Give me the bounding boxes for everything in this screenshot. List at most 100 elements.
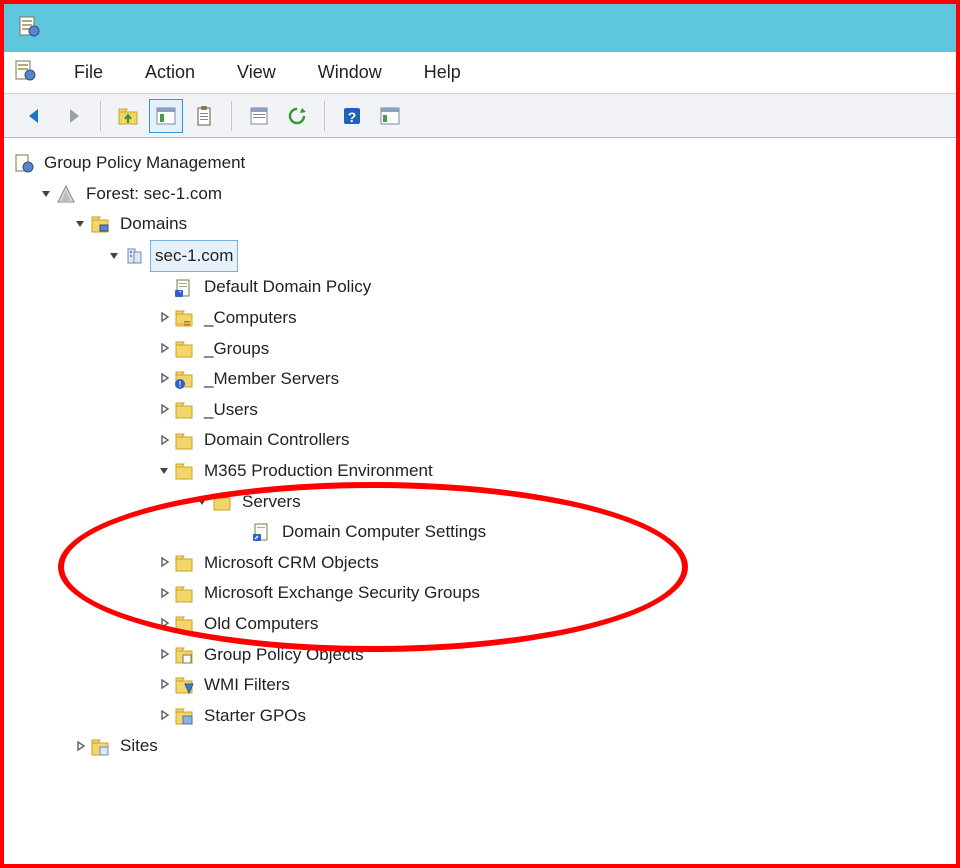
- collapse-glyph-icon[interactable]: [158, 342, 172, 356]
- tree-node-ou[interactable]: _Users: [8, 395, 952, 426]
- tree-node-label: Forest: sec-1.com: [82, 179, 226, 210]
- export-list-icon[interactable]: [242, 99, 276, 133]
- tree-node-domains[interactable]: Domains: [8, 209, 952, 240]
- menu-view[interactable]: View: [225, 58, 288, 87]
- svg-text:!: !: [179, 380, 182, 389]
- tree-node-ou[interactable]: Servers: [8, 487, 952, 518]
- up-folder-icon[interactable]: [111, 99, 145, 133]
- collapse-glyph-icon[interactable]: [158, 678, 172, 692]
- tree-node-label: _Computers: [200, 303, 301, 334]
- collapse-glyph-icon[interactable]: [158, 434, 172, 448]
- properties-panel-icon[interactable]: [149, 99, 183, 133]
- expand-glyph-icon[interactable]: [196, 495, 210, 509]
- menu-help[interactable]: Help: [412, 58, 473, 87]
- tree-node-ou[interactable]: Domain Controllers: [8, 425, 952, 456]
- forward-icon[interactable]: [56, 99, 90, 133]
- wmi-icon: [174, 675, 194, 695]
- clipboard-icon[interactable]: [187, 99, 221, 133]
- ou-icon: [174, 431, 194, 451]
- collapse-glyph-icon[interactable]: [158, 311, 172, 325]
- starter-gpo-icon: [174, 706, 194, 726]
- tree-node-label: Domains: [116, 209, 191, 240]
- tree-node-label: Sites: [116, 731, 162, 762]
- tree-node-ou[interactable]: Microsoft Exchange Security Groups: [8, 578, 952, 609]
- toolbar: ?: [4, 94, 956, 138]
- tree-node-label: Servers: [238, 487, 305, 518]
- refresh-icon[interactable]: [280, 99, 314, 133]
- ou-icon: [212, 492, 232, 512]
- tree-node-starter-gpo[interactable]: Starter GPOs: [8, 701, 952, 732]
- collapse-glyph-icon[interactable]: [158, 709, 172, 723]
- tree-node-label: Default Domain Policy: [200, 272, 375, 303]
- sites-icon: [90, 737, 110, 757]
- tree-node-label: M365 Production Environment: [200, 456, 437, 487]
- tree-node-ou[interactable]: _Computers: [8, 303, 952, 334]
- tree-node-label: Domain Controllers: [200, 425, 354, 456]
- collapse-glyph-icon[interactable]: [158, 587, 172, 601]
- tree-node-label: Old Computers: [200, 609, 322, 640]
- tree-node-ou[interactable]: Old Computers: [8, 609, 952, 640]
- toolbar-separator: [231, 101, 232, 131]
- tree-node-forest[interactable]: Forest: sec-1.com: [8, 179, 952, 210]
- tree-node-gpo-folder[interactable]: Group Policy Objects: [8, 640, 952, 671]
- tree-node-label: _Users: [200, 395, 262, 426]
- tree-node-ou[interactable]: M365 Production Environment: [8, 456, 952, 487]
- tree-node-label: sec-1.com: [150, 240, 238, 273]
- tree-node-label: Starter GPOs: [200, 701, 310, 732]
- ou-icon: [174, 553, 194, 573]
- collapse-glyph-icon[interactable]: [74, 740, 88, 754]
- tree-node-gpo-link[interactable]: Default Domain Policy: [8, 272, 952, 303]
- menu-window[interactable]: Window: [306, 58, 394, 87]
- ou-icon: [174, 400, 194, 420]
- menu-file[interactable]: File: [62, 58, 115, 87]
- tree-node-label: Domain Computer Settings: [278, 517, 490, 548]
- tree-node-label: _Groups: [200, 334, 273, 365]
- domains-icon: [90, 214, 110, 234]
- tree-node-sites[interactable]: Sites: [8, 731, 952, 762]
- tree-node-label: Microsoft Exchange Security Groups: [200, 578, 484, 609]
- tree-node-gpo-link[interactable]: Domain Computer Settings: [8, 517, 952, 548]
- svg-text:?: ?: [348, 109, 357, 125]
- gpo-folder-icon: [174, 645, 194, 665]
- tree-node-label: _Member Servers: [200, 364, 343, 395]
- forest-icon: [56, 184, 76, 204]
- domain-icon: [124, 246, 144, 266]
- expand-glyph-icon[interactable]: [40, 187, 54, 201]
- gpm-app-icon: [14, 59, 36, 86]
- ou-icon: [174, 584, 194, 604]
- tree-node-label: Microsoft CRM Objects: [200, 548, 383, 579]
- tree-node-ou[interactable]: Microsoft CRM Objects: [8, 548, 952, 579]
- gpo-link-icon: [174, 278, 194, 298]
- back-icon[interactable]: [18, 99, 52, 133]
- ou-icon: [174, 461, 194, 481]
- help-icon[interactable]: ?: [335, 99, 369, 133]
- gpo-link-icon: [252, 522, 272, 542]
- tree-root[interactable]: Group Policy Management: [8, 148, 952, 179]
- collapse-glyph-icon[interactable]: [158, 372, 172, 386]
- collapse-glyph-icon[interactable]: [158, 556, 172, 570]
- ou-alert-icon: !: [174, 369, 194, 389]
- tree-node-domain[interactable]: sec-1.com: [8, 240, 952, 273]
- collapse-glyph-icon[interactable]: [158, 403, 172, 417]
- gpm-icon: [14, 153, 34, 173]
- tree-node-ou[interactable]: ! _Member Servers: [8, 364, 952, 395]
- toolbar-separator: [324, 101, 325, 131]
- collapse-glyph-icon[interactable]: [158, 617, 172, 631]
- title-bar: [4, 4, 956, 52]
- menu-bar: File Action View Window Help: [4, 52, 956, 94]
- collapse-glyph-icon[interactable]: [158, 648, 172, 662]
- expand-glyph-icon[interactable]: [158, 464, 172, 478]
- expand-glyph-icon[interactable]: [74, 217, 88, 231]
- tree-view[interactable]: Group Policy Management Forest: sec-1.co…: [4, 138, 956, 772]
- menu-action[interactable]: Action: [133, 58, 207, 87]
- tree-node-label: WMI Filters: [200, 670, 294, 701]
- show-hide-action-pane-icon[interactable]: [373, 99, 407, 133]
- tree-node-ou[interactable]: _Groups: [8, 334, 952, 365]
- expand-glyph-icon[interactable]: [108, 249, 122, 263]
- ou-icon: [174, 339, 194, 359]
- tree-node-wmi[interactable]: WMI Filters: [8, 670, 952, 701]
- toolbar-separator: [100, 101, 101, 131]
- tree-root-label: Group Policy Management: [40, 148, 249, 179]
- gpm-app-icon: [18, 15, 40, 42]
- ou-icon: [174, 308, 194, 328]
